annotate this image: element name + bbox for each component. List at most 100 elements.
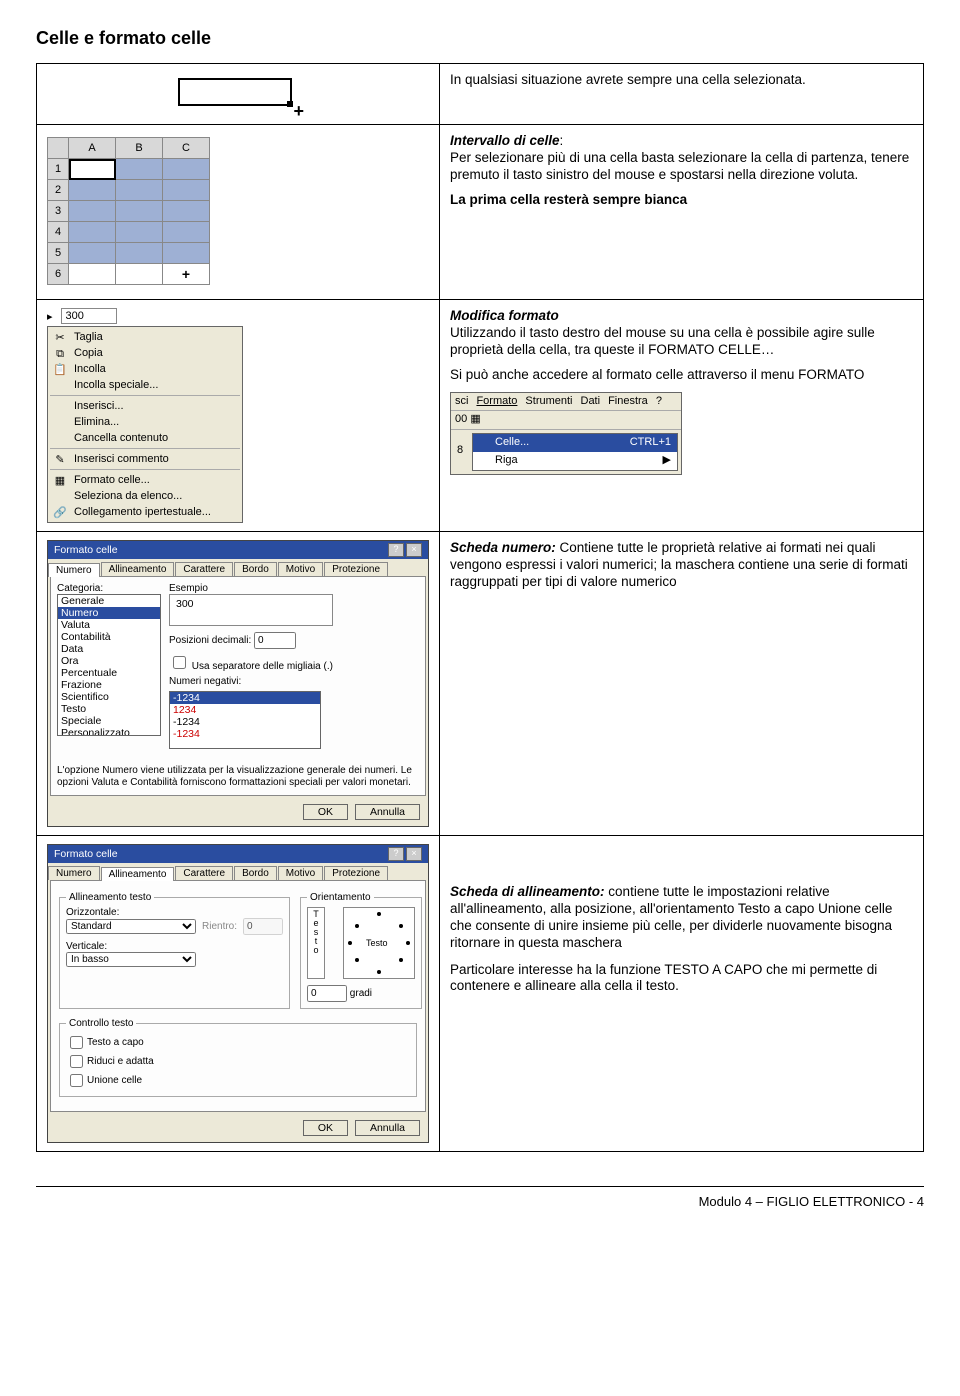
ctx-item-copia[interactable]: ⧉Copia <box>50 345 240 361</box>
menu-drop-riga[interactable]: Riga▶ <box>473 452 677 470</box>
dialog-title: Formato celle <box>54 848 118 860</box>
help-button[interactable]: ? <box>388 543 404 557</box>
example-label: Esempio <box>169 583 333 594</box>
list-item[interactable]: Numero <box>58 607 160 619</box>
list-item[interactable]: Valuta <box>58 619 160 631</box>
tab-numero[interactable]: Numero <box>48 563 100 577</box>
plus-icon: + <box>182 266 190 282</box>
group-align: Allineamento testo <box>66 892 154 903</box>
ctx-item-incolla[interactable]: 📋Incolla <box>50 361 240 377</box>
tab-bordo[interactable]: Bordo <box>234 866 277 880</box>
menu-item[interactable]: ? <box>656 395 662 409</box>
row5-text: Scheda di allineamento: contiene tutte l… <box>440 836 924 1152</box>
col-header: B <box>116 138 163 159</box>
row2-text: Intervallo di celle: Per selezionare più… <box>440 125 924 300</box>
list-item[interactable]: 1234 <box>170 704 320 716</box>
menu-bar: sci Formato Strumenti Dati Finestra ? 00… <box>450 392 682 475</box>
list-item[interactable]: Contabilità <box>58 631 160 643</box>
tab-carattere[interactable]: Carattere <box>175 562 233 576</box>
tab-carattere[interactable]: Carattere <box>175 866 233 880</box>
menu-item-formato[interactable]: Formato <box>476 395 517 409</box>
plus-icon: + <box>293 101 304 122</box>
shrink-checkbox[interactable] <box>70 1055 83 1068</box>
tab-motivo[interactable]: Motivo <box>278 866 323 880</box>
cells-icon: ▦ <box>470 413 480 425</box>
vertical-select[interactable]: In basso <box>66 952 196 967</box>
row-header: 1 <box>48 159 69 180</box>
list-item[interactable]: Ora <box>58 655 160 667</box>
group-control: Controllo testo <box>66 1018 136 1029</box>
row3-desc: Utilizzando il tasto destro del mouse su… <box>450 325 875 357</box>
list-item[interactable]: -1234 <box>170 692 320 704</box>
list-item[interactable]: Frazione <box>58 679 160 691</box>
row-indicator: 8 <box>451 430 469 474</box>
paste-icon: 📋 <box>53 363 67 377</box>
tab-protezione[interactable]: Protezione <box>324 866 388 880</box>
menu-item[interactable]: Finestra <box>608 395 648 409</box>
menu-item[interactable]: Strumenti <box>525 395 572 409</box>
degrees-input[interactable] <box>307 985 347 1002</box>
ctx-item-taglia[interactable]: ✂Taglia <box>50 329 240 345</box>
category-label: Categoria: <box>57 583 161 594</box>
orient-label: Testo <box>366 938 388 948</box>
ctx-item-elimina[interactable]: Elimina... <box>50 414 240 430</box>
tab-allineamento[interactable]: Allineamento <box>101 562 175 576</box>
list-item[interactable]: -1234 <box>170 716 320 728</box>
menu-drop-celle[interactable]: Celle...CTRL+1 <box>473 434 677 452</box>
indent-label: Rientro: <box>202 921 237 932</box>
list-item[interactable]: Speciale <box>58 715 160 727</box>
cancel-button[interactable]: Annulla <box>355 1120 420 1136</box>
negative-list[interactable]: -1234 1234 -1234 -1234 <box>169 691 321 749</box>
list-item[interactable]: Generale <box>58 595 160 607</box>
menu-item[interactable]: Dati <box>581 395 601 409</box>
list-item[interactable]: Data <box>58 643 160 655</box>
list-item[interactable]: Scientifico <box>58 691 160 703</box>
tab-numero[interactable]: Numero <box>48 866 100 880</box>
ok-button[interactable]: OK <box>303 804 348 820</box>
ctx-item-inserisci[interactable]: Inserisci... <box>50 398 240 414</box>
row2-desc: Per selezionare più di una cella basta s… <box>450 150 909 182</box>
wrap-label: Testo a capo <box>87 1037 144 1048</box>
ctx-item-formato-celle[interactable]: ▦Formato celle... <box>50 472 240 488</box>
row5-heading: Scheda di allineamento: <box>450 884 605 899</box>
col-header: A <box>69 138 116 159</box>
ctx-item-hyperlink[interactable]: 🔗Collegamento ipertestuale... <box>50 504 240 520</box>
cancel-button[interactable]: Annulla <box>355 804 420 820</box>
list-item[interactable]: Percentuale <box>58 667 160 679</box>
merge-checkbox[interactable] <box>70 1074 83 1087</box>
orientation-dial[interactable]: Testo <box>343 907 415 979</box>
list-item[interactable]: Personalizzato <box>58 727 160 736</box>
degrees-label: gradi <box>350 988 372 999</box>
arrow-right-icon: ▶ <box>663 454 671 468</box>
row4-text: Scheda numero: Contiene tutte le proprie… <box>440 532 924 836</box>
ctx-item-commento[interactable]: ✎Inserisci commento <box>50 451 240 467</box>
dialog-formato-celle: Formato celle ?× Numero Allineamento Car… <box>47 540 429 827</box>
category-list[interactable]: Generale Numero Valuta Contabilità Data … <box>57 594 161 736</box>
ctx-item-incolla-speciale[interactable]: Incolla speciale... <box>50 377 240 393</box>
cell-value: 300 <box>61 308 117 324</box>
ctx-item-elenco[interactable]: Seleziona da elenco... <box>50 488 240 504</box>
tab-allineamento[interactable]: Allineamento <box>101 867 175 881</box>
dialog-note: L'opzione Numero viene utilizzata per la… <box>57 765 419 789</box>
horizontal-select[interactable]: Standard <box>66 919 196 934</box>
ctx-item-cancella[interactable]: Cancella contenuto <box>50 430 240 446</box>
tab-motivo[interactable]: Motivo <box>278 562 323 576</box>
decimals-input[interactable] <box>254 632 296 649</box>
menu-item[interactable]: sci <box>455 395 468 409</box>
wrap-checkbox[interactable] <box>70 1036 83 1049</box>
indent-input <box>243 918 283 935</box>
fig-grid-selection: ABC 1 2 3 4 5 6+ <box>37 125 440 300</box>
help-button[interactable]: ? <box>388 847 404 861</box>
tab-protezione[interactable]: Protezione <box>324 562 388 576</box>
list-item[interactable]: Testo <box>58 703 160 715</box>
context-menu[interactable]: ✂Taglia ⧉Copia 📋Incolla Incolla speciale… <box>47 326 243 523</box>
row3-desc2: Si può anche accedere al formato celle a… <box>450 367 913 384</box>
tab-bordo[interactable]: Bordo <box>234 562 277 576</box>
close-button[interactable]: × <box>406 543 422 557</box>
vertical-text-button[interactable]: Testo <box>307 907 325 979</box>
close-button[interactable]: × <box>406 847 422 861</box>
thousands-checkbox[interactable] <box>173 656 186 669</box>
vertical-label: Verticale: <box>66 941 283 952</box>
ok-button[interactable]: OK <box>303 1120 348 1136</box>
list-item[interactable]: -1234 <box>170 728 320 740</box>
